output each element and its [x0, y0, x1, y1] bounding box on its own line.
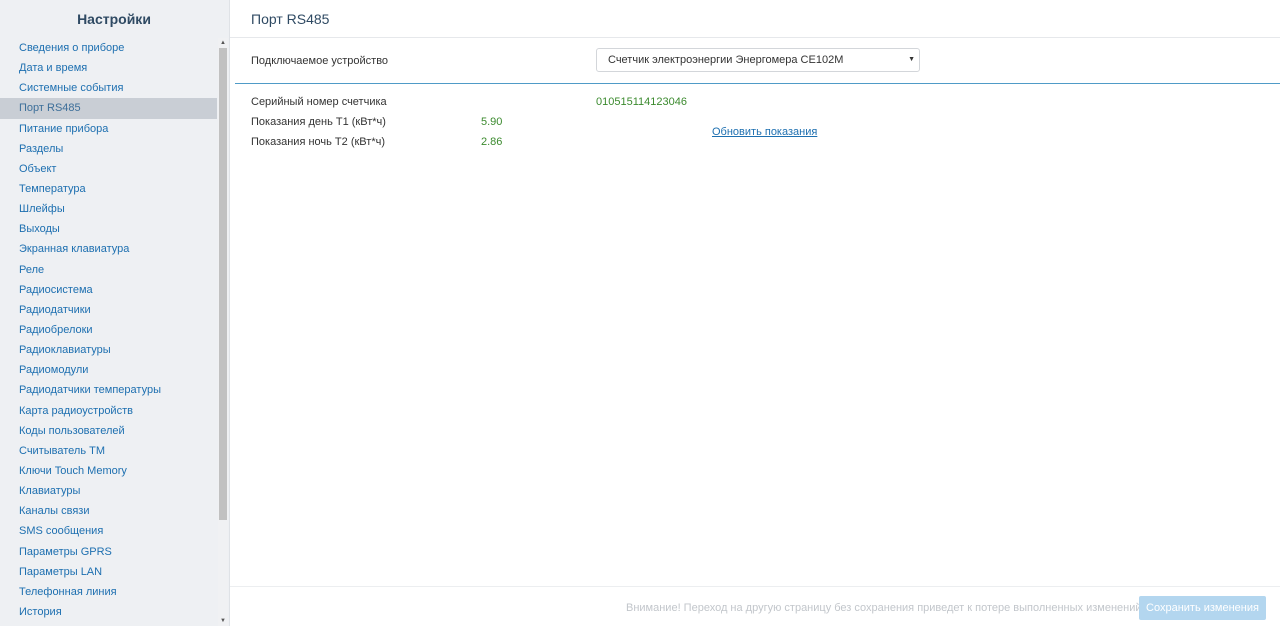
sidebar-item[interactable]: Ключи Touch Memory: [0, 461, 217, 481]
sidebar-item[interactable]: Сведения о приборе: [0, 38, 217, 58]
scroll-down-icon[interactable]: ▼: [218, 616, 228, 626]
sidebar-item[interactable]: Порт RS485: [0, 98, 217, 119]
sidebar-item[interactable]: Телефонная линия: [0, 582, 217, 602]
device-select[interactable]: Счетчик электроэнергии Энергомера CE102M…: [596, 48, 920, 72]
sidebar-item[interactable]: Системные события: [0, 78, 217, 98]
sidebar-item[interactable]: Температура: [0, 179, 217, 199]
sidebar-nav: Сведения о приборе Дата и время Системные …: [0, 38, 217, 622]
sidebar-item[interactable]: Дата и время: [0, 58, 217, 78]
sidebar-item[interactable]: Радиодатчики температуры: [0, 380, 217, 400]
day-reading-value: 5.90: [481, 116, 503, 128]
device-select-value: Счетчик электроэнергии Энергомера CE102M: [608, 54, 844, 66]
sidebar-item[interactable]: Радиобрелоки: [0, 320, 217, 340]
app-window: Настройки Сведения о приборе Дата и время…: [0, 0, 1280, 626]
serial-label: Серийный номер счетчика: [251, 96, 387, 108]
scroll-up-icon[interactable]: ▲: [218, 38, 228, 48]
sidebar-item[interactable]: Параметры LAN: [0, 562, 217, 582]
section-divider: [235, 83, 1280, 84]
save-button[interactable]: Сохранить изменения: [1139, 596, 1266, 620]
page-title: Порт RS485: [251, 11, 330, 27]
sidebar-item[interactable]: Шлейфы: [0, 199, 217, 219]
sidebar-item[interactable]: Коды пользователей: [0, 421, 217, 441]
sidebar-item[interactable]: Выходы: [0, 219, 217, 239]
day-reading-label: Показания день Т1 (кВт*ч): [251, 116, 386, 128]
serial-value: 010515114123046: [596, 96, 687, 108]
unsaved-warning: Внимание! Переход на другую страницу без…: [626, 602, 1142, 614]
sidebar-item[interactable]: Радиоклавиатуры: [0, 340, 217, 360]
sidebar-item[interactable]: Питание прибора: [0, 119, 217, 139]
sidebar-item[interactable]: Объект: [0, 159, 217, 179]
sidebar-item[interactable]: Экранная клавиатура: [0, 239, 217, 259]
sidebar-item[interactable]: История: [0, 602, 217, 622]
sidebar-item[interactable]: Параметры GPRS: [0, 542, 217, 562]
sidebar: Настройки Сведения о приборе Дата и время…: [0, 0, 230, 626]
sidebar-item[interactable]: Реле: [0, 260, 217, 280]
sidebar-item[interactable]: Разделы: [0, 139, 217, 159]
sidebar-scrollbar[interactable]: ▲ ▼: [218, 38, 228, 626]
night-reading-value: 2.86: [481, 136, 503, 148]
main-content: Порт RS485 Подключаемое устройство Счетч…: [230, 0, 1280, 626]
refresh-readings-link[interactable]: Обновить показания: [712, 125, 817, 139]
sidebar-title: Настройки: [77, 11, 151, 27]
device-label: Подключаемое устройство: [251, 55, 389, 67]
sidebar-item[interactable]: Клавиатуры: [0, 481, 217, 501]
sidebar-item[interactable]: SMS сообщения: [0, 521, 217, 541]
caret-down-icon: ▼: [908, 56, 915, 63]
sidebar-item[interactable]: Считыватель TM: [0, 441, 217, 461]
night-reading-label: Показания ночь Т2 (кВт*ч): [251, 136, 385, 148]
footer-divider: [230, 586, 1280, 587]
header-divider: [230, 37, 1280, 38]
sidebar-item[interactable]: Каналы связи: [0, 501, 217, 521]
sidebar-item[interactable]: Радиосистема: [0, 280, 217, 300]
scroll-thumb[interactable]: [219, 48, 227, 520]
sidebar-item[interactable]: Карта радиоустройств: [0, 401, 217, 421]
sidebar-item[interactable]: Радиомодули: [0, 360, 217, 380]
sidebar-item[interactable]: Радиодатчики: [0, 300, 217, 320]
